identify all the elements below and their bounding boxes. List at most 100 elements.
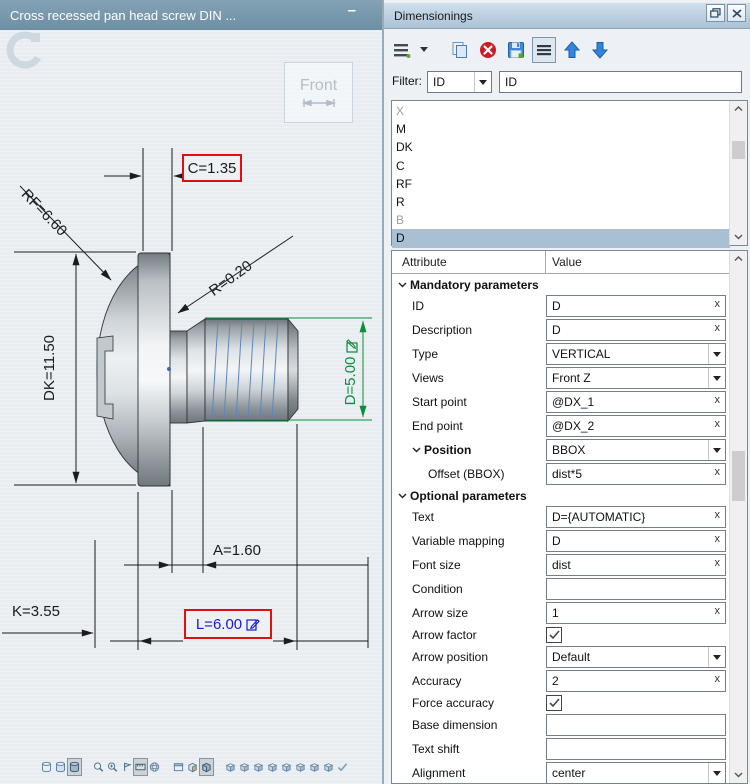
iso-view-3-icon <box>253 763 264 772</box>
iso-view-8-icon <box>323 763 334 772</box>
iso-view-3-button[interactable] <box>252 759 265 775</box>
list-item-DK[interactable]: DK <box>392 138 730 156</box>
checkbox-checked[interactable] <box>546 627 562 643</box>
list-scrollbar[interactable] <box>729 101 747 245</box>
scrollbar-thumb[interactable] <box>732 451 745 501</box>
filter-label: Filter: <box>392 74 422 88</box>
view-cube-face-button[interactable] <box>186 759 199 775</box>
scroll-up-icon[interactable] <box>730 101 747 117</box>
move-up-button[interactable] <box>560 37 584 63</box>
value-combobox[interactable]: VERTICAL <box>546 343 726 365</box>
combo-dropdown-icon[interactable] <box>708 344 725 364</box>
value-input[interactable]: dist x <box>546 554 726 576</box>
rotate-view-button[interactable] <box>148 759 161 775</box>
clear-value-button[interactable]: x <box>715 322 721 334</box>
clear-value-button[interactable]: x <box>715 533 721 545</box>
list-item-D[interactable]: D <box>392 229 730 248</box>
value-combobox[interactable]: BBOX <box>546 439 726 461</box>
view-cube-shaded-button[interactable] <box>199 758 214 776</box>
list-item-R[interactable]: R <box>392 193 730 211</box>
value-combobox[interactable]: center <box>546 762 726 784</box>
combo-dropdown-icon[interactable] <box>708 440 725 460</box>
list-item-RF[interactable]: RF <box>392 175 730 193</box>
edit-pencil-icon[interactable] <box>246 617 260 631</box>
iso-view-5-button[interactable] <box>280 759 293 775</box>
clear-value-button[interactable]: x <box>715 298 721 310</box>
iso-view-7-button[interactable] <box>308 759 321 775</box>
iso-view-4-button[interactable] <box>266 759 279 775</box>
list-item-X[interactable]: X <box>392 102 730 120</box>
list-item-M[interactable]: M <box>392 120 730 138</box>
attribute-label: Description <box>412 323 473 337</box>
save-button[interactable] <box>504 37 528 63</box>
copy-button[interactable] <box>448 37 472 63</box>
checkbox-checked[interactable] <box>546 695 562 711</box>
dimension-label-L-editable[interactable]: L=6.00 <box>184 609 272 639</box>
value-input[interactable] <box>546 578 726 600</box>
scroll-down-icon[interactable] <box>730 229 747 245</box>
shaded-view-button[interactable] <box>54 759 67 775</box>
list-view-button[interactable] <box>532 37 556 63</box>
minimize-button[interactable]: – <box>348 2 356 19</box>
value-combobox[interactable]: Front Z <box>546 367 726 389</box>
close-panel-button[interactable] <box>727 4 746 22</box>
value-cell <box>546 738 726 760</box>
zoom-button[interactable] <box>92 759 105 775</box>
iso-view-2-button[interactable] <box>238 759 251 775</box>
filter-text-input[interactable]: ID <box>499 71 742 93</box>
view-menu-button[interactable] <box>390 37 414 63</box>
value-input[interactable]: dist*5 x <box>546 463 726 485</box>
scrollbar-thumb[interactable] <box>732 141 745 159</box>
value-input[interactable]: 1x <box>546 602 726 624</box>
restore-window-button[interactable] <box>706 4 725 22</box>
value-input[interactable] <box>546 714 726 736</box>
list-item-C[interactable]: C <box>392 157 730 175</box>
value-input[interactable]: 2x <box>546 670 726 692</box>
move-down-button[interactable] <box>588 37 612 63</box>
wireframe-view-button[interactable] <box>40 759 53 775</box>
dimension-label-C: C=1.35 <box>182 154 242 182</box>
front-view-badge[interactable]: Front <box>284 62 353 123</box>
iso-view-6-icon <box>295 763 306 772</box>
clear-value-button[interactable]: x <box>715 466 721 478</box>
iso-view-1-button[interactable] <box>224 759 237 775</box>
clear-value-button[interactable]: x <box>715 394 721 406</box>
edit-pencil-icon[interactable] <box>344 338 358 353</box>
scroll-up-icon[interactable] <box>730 251 747 267</box>
orientation-button[interactable] <box>120 759 133 775</box>
measure-button[interactable] <box>133 758 148 776</box>
value-combobox[interactable]: Default <box>546 646 726 668</box>
list-item-B[interactable]: B <box>392 211 730 229</box>
clear-value-button[interactable]: x <box>715 509 721 521</box>
filter-field-combo[interactable]: ID <box>427 71 492 93</box>
combo-dropdown-icon[interactable] <box>474 72 491 92</box>
combo-dropdown-icon[interactable] <box>708 647 725 667</box>
clear-value-button[interactable]: x <box>715 557 721 569</box>
attribute-label: Text <box>412 510 435 524</box>
value-input[interactable] <box>546 738 726 760</box>
combo-dropdown-icon[interactable] <box>708 368 725 388</box>
dimension-label-D-editable[interactable]: D=5.00 <box>341 324 361 420</box>
clear-value-button[interactable]: x <box>715 605 721 617</box>
confirm-check-button[interactable] <box>336 759 349 775</box>
shaded-edges-view-button[interactable] <box>67 758 82 776</box>
iso-view-6-button[interactable] <box>294 759 307 775</box>
combo-dropdown-icon[interactable] <box>708 763 725 783</box>
clear-value-button[interactable]: x <box>715 673 721 685</box>
clear-value-button[interactable]: x <box>715 418 721 430</box>
value-input[interactable]: @DX_1 x <box>546 391 726 413</box>
value-input[interactable]: D={AUTOMATIC} x <box>546 506 726 528</box>
value-input[interactable]: @DX_2 x <box>546 415 726 437</box>
scroll-down-icon[interactable] <box>730 767 747 783</box>
attribute-label: Position <box>392 443 546 457</box>
menu-caret-button[interactable] <box>418 37 430 63</box>
value-input[interactable]: Dx <box>546 319 726 341</box>
zoom-fit-button[interactable] <box>106 759 119 775</box>
iso-view-8-button[interactable] <box>322 759 335 775</box>
value-input[interactable]: Dx <box>546 295 726 317</box>
value-input[interactable]: Dx <box>546 530 726 552</box>
table-scrollbar[interactable] <box>729 251 747 783</box>
delete-icon <box>480 42 496 58</box>
view-cube-window-button[interactable] <box>172 759 185 775</box>
delete-button[interactable] <box>476 37 500 63</box>
